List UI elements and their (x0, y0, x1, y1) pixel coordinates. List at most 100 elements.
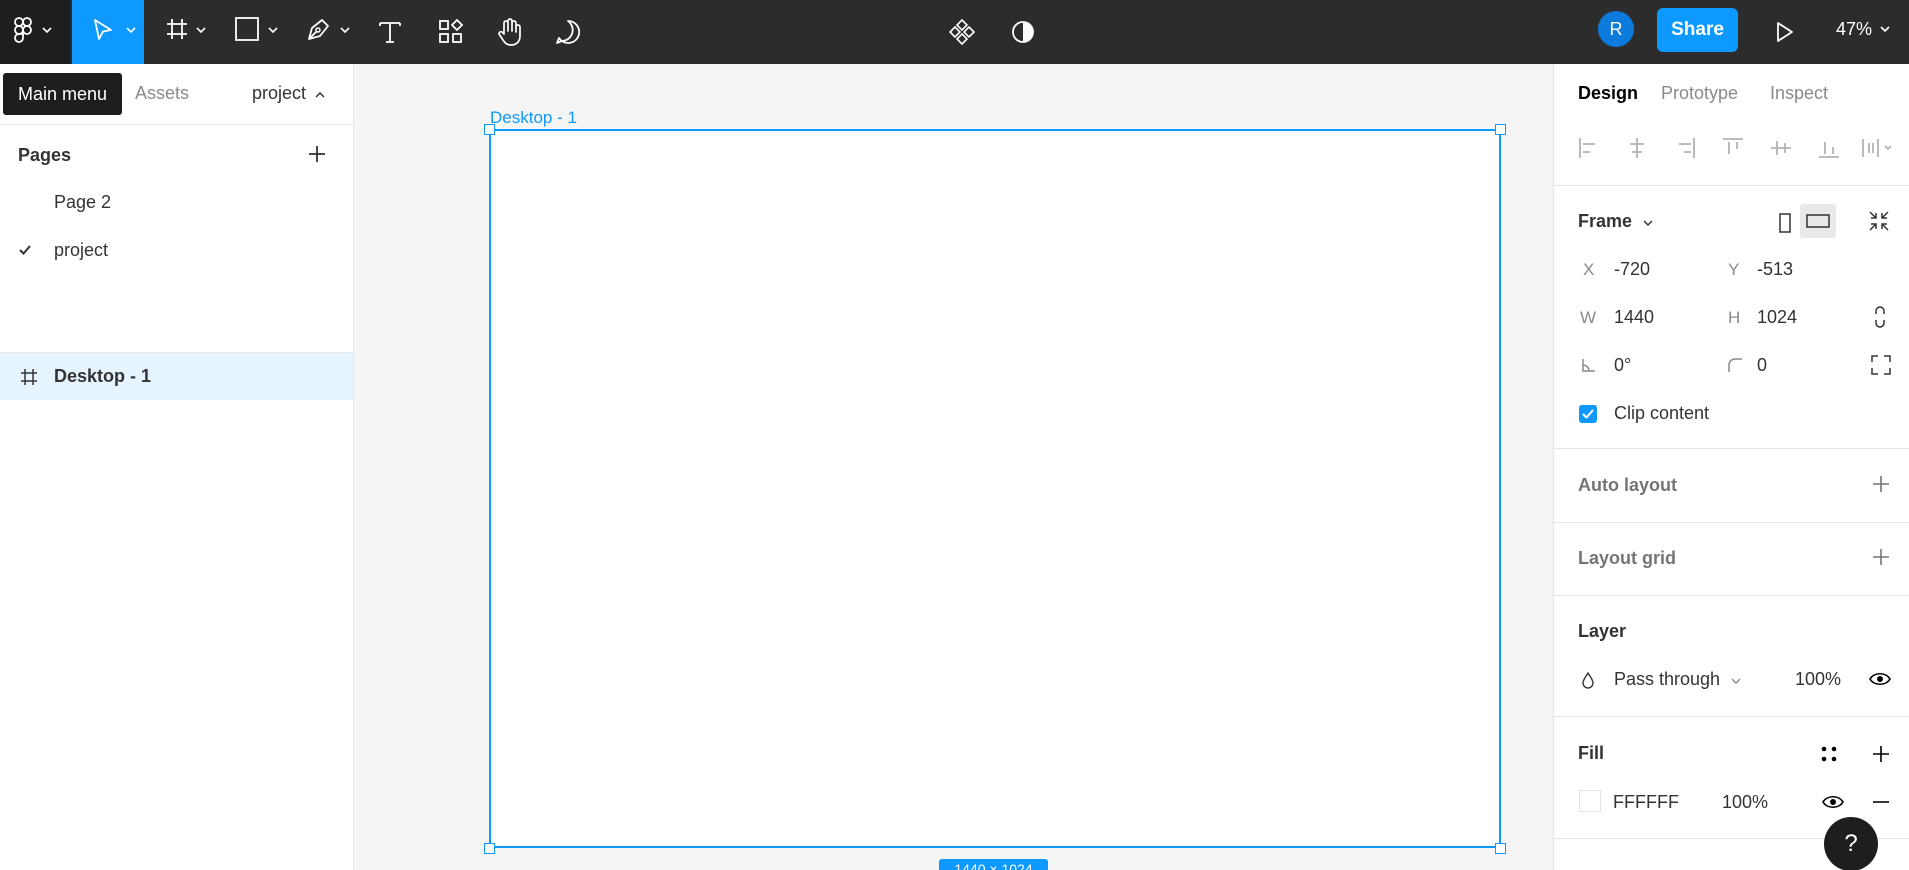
frame-size-badge: 1440 × 1024 (939, 859, 1048, 870)
text-icon (379, 22, 401, 43)
x-label: X (1583, 260, 1595, 279)
figma-logo-icon (14, 17, 32, 43)
y-label: Y (1728, 260, 1740, 279)
main-menu-button[interactable] (0, 0, 70, 64)
resize-handle-bottom-left[interactable] (484, 843, 495, 854)
main-menu-tooltip: Main menu (3, 73, 122, 115)
divider (1554, 522, 1909, 523)
frame-hash-icon (21, 369, 37, 385)
distribute-icon[interactable] (1860, 135, 1894, 161)
frame-section-title[interactable]: Frame (1578, 211, 1653, 232)
move-tool-button[interactable] (72, 0, 144, 64)
page-dropdown-label: project (252, 83, 307, 103)
components-button[interactable] (947, 0, 977, 64)
page-dropdown[interactable]: project (252, 83, 325, 104)
rectangle-icon (235, 17, 259, 41)
h-label: H (1728, 308, 1741, 327)
clip-content-checkbox[interactable] (1579, 405, 1597, 423)
resources-tool-button[interactable] (436, 0, 466, 64)
pen-icon (308, 19, 329, 40)
resize-handle-top-left[interactable] (484, 124, 495, 135)
style-grid-dots-icon[interactable] (1818, 743, 1840, 765)
align-bottom-icon[interactable] (1816, 135, 1842, 161)
add-fill-icon[interactable] (1870, 743, 1892, 765)
chevron-down-icon (340, 27, 350, 34)
remove-fill-icon[interactable] (1870, 791, 1892, 813)
independent-corners-icon[interactable] (1869, 353, 1893, 377)
layer-row-desktop-1[interactable]: Desktop - 1 (0, 353, 353, 400)
auto-layout-title: Auto layout (1578, 475, 1677, 495)
corner-radius-input[interactable]: 0 (1757, 355, 1767, 376)
half-circle-contrast-icon (1012, 21, 1034, 43)
align-top-icon[interactable] (1720, 135, 1746, 161)
left-sidebar: Assets project Pages Page 2 project Desk… (0, 64, 354, 870)
user-avatar[interactable]: R (1598, 11, 1634, 47)
fill-section-title: Fill (1578, 743, 1604, 763)
rotation-icon (1582, 359, 1595, 372)
desktop-frame[interactable] (489, 129, 1501, 848)
text-tool-button[interactable] (375, 0, 405, 64)
chevron-down-icon (1880, 26, 1890, 33)
chevron-down-icon (42, 27, 52, 34)
top-toolbar: R Share 47% (0, 0, 1909, 64)
frame-hash-icon (167, 19, 187, 39)
chevron-down-icon (126, 27, 136, 34)
checkmark-icon (19, 245, 31, 255)
landscape-orientation-button[interactable] (1800, 204, 1836, 238)
constrain-proportions-icon[interactable] (1870, 304, 1890, 330)
fill-color-swatch[interactable] (1579, 790, 1601, 812)
hand-tool-button[interactable] (494, 0, 526, 64)
rotation-input[interactable]: 0° (1614, 355, 1631, 376)
add-auto-layout-icon[interactable] (1870, 473, 1892, 495)
divider (1554, 185, 1909, 186)
eye-icon[interactable] (1821, 793, 1845, 811)
divider (1554, 448, 1909, 449)
fill-opacity-input[interactable]: 100% (1722, 792, 1768, 813)
resize-handle-top-right[interactable] (1495, 124, 1506, 135)
page-item-page-2[interactable]: Page 2 (0, 182, 354, 222)
comment-bubble-icon (556, 20, 581, 44)
width-input[interactable]: 1440 (1614, 307, 1654, 328)
contrast-button[interactable] (1008, 0, 1038, 64)
divider (1554, 716, 1909, 717)
resize-handle-bottom-right[interactable] (1495, 843, 1506, 854)
checkmark-icon (1582, 409, 1594, 419)
blend-mode-dropdown[interactable]: Pass through (1614, 669, 1741, 690)
align-right-icon[interactable] (1672, 135, 1698, 161)
add-page-icon[interactable] (306, 143, 328, 165)
align-horizontal-center-icon[interactable] (1624, 135, 1650, 161)
layout-grid-title: Layout grid (1578, 548, 1676, 568)
chevron-up-icon (315, 91, 325, 98)
x-input[interactable]: -720 (1614, 259, 1650, 280)
tab-inspect[interactable]: Inspect (1770, 83, 1828, 104)
add-layout-grid-icon[interactable] (1870, 546, 1892, 568)
align-vertical-center-icon[interactable] (1768, 135, 1794, 161)
layer-label: Desktop - 1 (54, 366, 152, 386)
eye-icon[interactable] (1868, 670, 1892, 688)
zoom-dropdown[interactable]: 47% (1836, 0, 1890, 58)
page-item-project[interactable]: project (0, 230, 354, 270)
height-input[interactable]: 1024 (1757, 307, 1797, 328)
layer-opacity-input[interactable]: 100% (1795, 669, 1841, 690)
tab-assets[interactable]: Assets (135, 83, 189, 104)
align-left-icon[interactable] (1576, 135, 1602, 161)
resize-to-fit-icon[interactable] (1866, 208, 1892, 234)
y-input[interactable]: -513 (1757, 259, 1793, 280)
divider (1554, 595, 1909, 596)
present-button[interactable] (1770, 0, 1800, 64)
shape-tool-button[interactable] (230, 0, 282, 64)
right-sidebar: Design Prototype Inspect Frame X -720 Y … (1553, 64, 1909, 870)
share-button[interactable]: Share (1657, 8, 1738, 52)
portrait-orientation-icon[interactable] (1776, 210, 1794, 236)
frame-tool-button[interactable] (160, 0, 210, 64)
tab-design[interactable]: Design (1578, 83, 1638, 104)
frame-name-label[interactable]: Desktop - 1 (490, 108, 577, 128)
tab-prototype[interactable]: Prototype (1661, 83, 1738, 104)
help-button[interactable]: ? (1824, 817, 1878, 870)
blend-mode-value: Pass through (1614, 669, 1721, 689)
page-item-label: project (54, 240, 109, 260)
comment-tool-button[interactable] (553, 0, 583, 64)
fill-hex-input[interactable]: FFFFFF (1613, 792, 1679, 813)
pen-tool-button[interactable] (302, 0, 354, 64)
divider (0, 124, 354, 125)
